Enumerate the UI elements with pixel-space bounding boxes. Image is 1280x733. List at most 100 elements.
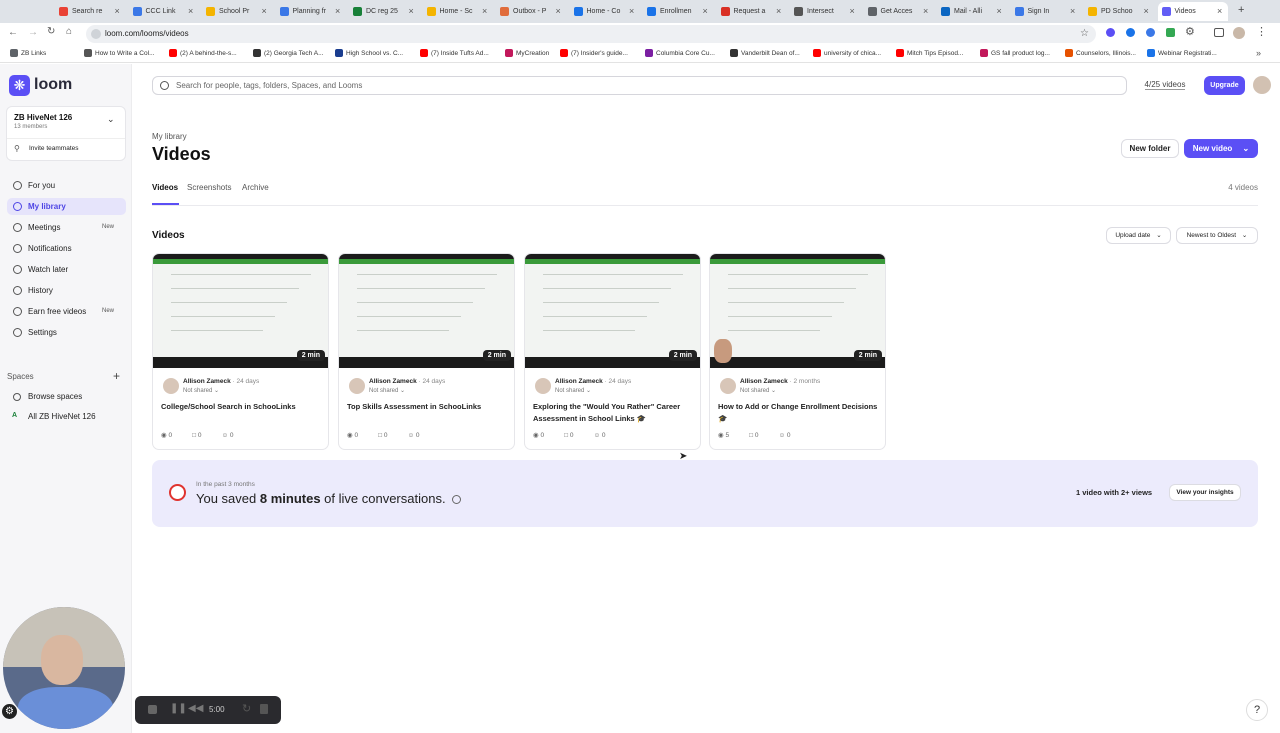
bookmark-item[interactable]: MyCreation: [505, 48, 549, 60]
sidebar-item-history[interactable]: History: [7, 282, 126, 299]
video-quota[interactable]: 4/25 videos: [1135, 76, 1195, 95]
breadcrumb[interactable]: My library: [152, 132, 187, 141]
bookmark-item[interactable]: How to Write a Col...: [84, 48, 154, 60]
browser-tab[interactable]: Videos ×: [1157, 2, 1228, 21]
bookmark-item[interactable]: Vanderbilt Dean of...: [730, 48, 800, 60]
video-thumbnail[interactable]: 2 min: [525, 254, 700, 368]
help-button[interactable]: ?: [1246, 699, 1268, 721]
url-field[interactable]: loom.com/looms/videos ☆: [86, 25, 1096, 43]
user-avatar[interactable]: [1253, 76, 1271, 94]
close-tab-icon[interactable]: ×: [923, 2, 928, 21]
browser-tab[interactable]: PD Schoo ×: [1084, 2, 1155, 21]
bookmark-item[interactable]: university of chica...: [813, 48, 881, 60]
share-status-dropdown[interactable]: Not shared ⌄: [369, 387, 405, 394]
browser-tab[interactable]: Request a ×: [717, 2, 788, 21]
extension-icon[interactable]: [1146, 28, 1155, 37]
recorder-settings-icon[interactable]: ⚙: [2, 704, 17, 719]
workspace-switcher[interactable]: ZB HiveNet 126 13 members ⌄ ⚲ Invite tea…: [6, 106, 126, 161]
all-bookmarks-icon[interactable]: »: [1256, 48, 1261, 58]
restart-icon[interactable]: ↻: [242, 702, 251, 715]
share-status-dropdown[interactable]: Not shared ⌄: [555, 387, 591, 394]
loom-logo[interactable]: ❋ loom: [9, 74, 79, 96]
browser-tab[interactable]: Sign In ×: [1011, 2, 1082, 21]
video-thumbnail[interactable]: 2 min: [710, 254, 885, 368]
site-info-icon[interactable]: [91, 29, 101, 39]
extensions-puzzle-icon[interactable]: ⚙: [1185, 25, 1195, 38]
tab-screenshots[interactable]: Screenshots: [187, 183, 231, 192]
pause-icon[interactable]: ❚❚: [170, 703, 187, 714]
extension-icon[interactable]: [1166, 28, 1175, 37]
video-card[interactable]: 2 min Allison Zameck · 2 months Not shared…: [709, 253, 886, 450]
sidebar-toggle-icon[interactable]: [1214, 28, 1224, 37]
bookmark-item[interactable]: ZB Links: [10, 48, 46, 60]
sidebar-item-earn-free-videos[interactable]: Earn free videos New: [7, 303, 126, 320]
close-tab-icon[interactable]: ×: [482, 2, 487, 21]
browser-tab[interactable]: CCC Link ×: [129, 2, 200, 21]
close-tab-icon[interactable]: ×: [188, 2, 193, 21]
sidebar-item-for-you[interactable]: For you: [7, 177, 126, 194]
home-icon[interactable]: ⌂: [66, 26, 72, 37]
bookmark-item[interactable]: GS fall product log...: [980, 48, 1050, 60]
video-card[interactable]: 2 min Allison Zameck · 24 days Not shared …: [524, 253, 701, 450]
bookmark-item[interactable]: (2) Georgia Tech A...: [253, 48, 324, 60]
new-tab-icon[interactable]: +: [1238, 4, 1244, 16]
tab-archive[interactable]: Archive: [242, 183, 269, 192]
bookmark-item[interactable]: Columbia Core Cu...: [645, 48, 715, 60]
browser-tab[interactable]: Outbox - P ×: [496, 2, 567, 21]
bookmark-item[interactable]: (7) Insider's guide...: [560, 48, 628, 60]
bookmark-item[interactable]: (2) A behind-the-s...: [169, 48, 237, 60]
browser-tab[interactable]: Home - Co ×: [570, 2, 641, 21]
upgrade-button[interactable]: Upgrade: [1204, 76, 1245, 95]
close-tab-icon[interactable]: ×: [997, 2, 1002, 21]
video-card[interactable]: 2 min Allison Zameck · 24 days Not shared …: [152, 253, 329, 450]
browser-tab[interactable]: Intersect ×: [790, 2, 861, 21]
video-title[interactable]: Exploring the "Would You Rather" Career …: [533, 401, 695, 424]
reload-icon[interactable]: ↻: [47, 26, 55, 37]
sidebar-item-notifications[interactable]: Notifications: [7, 240, 126, 257]
space-item-all[interactable]: A All ZB HiveNet 126: [7, 411, 126, 425]
close-tab-icon[interactable]: ×: [409, 2, 414, 21]
new-folder-button[interactable]: New folder: [1121, 139, 1179, 158]
video-thumbnail[interactable]: 2 min: [339, 254, 514, 368]
video-title[interactable]: College/School Search in SchooLinks: [161, 401, 323, 413]
close-tab-icon[interactable]: ×: [703, 2, 708, 21]
sidebar-item-meetings[interactable]: Meetings New: [7, 219, 126, 236]
browser-tab[interactable]: Get Acces ×: [864, 2, 935, 21]
browser-tab[interactable]: DC reg 25 ×: [349, 2, 420, 21]
sidebar-item-watch-later[interactable]: Watch later: [7, 261, 126, 278]
bookmark-item[interactable]: (7) Inside Tufts Ad...: [420, 48, 489, 60]
browser-menu-icon[interactable]: ⋮: [1256, 25, 1267, 38]
profile-avatar[interactable]: [1233, 27, 1245, 39]
search-input[interactable]: Search for people, tags, folders, Spaces…: [152, 76, 1127, 95]
bookmark-item[interactable]: Webinar Registrati...: [1147, 48, 1217, 60]
video-thumbnail[interactable]: 2 min: [153, 254, 328, 368]
browser-tab[interactable]: Mail - Alli ×: [937, 2, 1008, 21]
view-insights-button[interactable]: View your insights: [1169, 484, 1241, 501]
new-video-button[interactable]: New video ⌄: [1184, 139, 1258, 158]
video-card[interactable]: 2 min Allison Zameck · 24 days Not shared …: [338, 253, 515, 450]
info-icon[interactable]: [452, 495, 462, 505]
webcam-bubble[interactable]: [3, 607, 125, 729]
sort-order-dropdown[interactable]: Newest to Oldest ⌄: [1176, 227, 1258, 244]
bookmark-item[interactable]: High School vs. C...: [335, 48, 403, 60]
bookmark-star-icon[interactable]: ☆: [1080, 25, 1089, 43]
browse-spaces-item[interactable]: Browse spaces: [7, 391, 126, 405]
browser-tab[interactable]: Search re ×: [55, 2, 126, 21]
forward-icon[interactable]: →: [28, 27, 38, 38]
close-tab-icon[interactable]: ×: [1217, 2, 1222, 21]
tab-videos[interactable]: Videos: [152, 183, 178, 192]
delete-icon[interactable]: [260, 704, 268, 714]
sidebar-item-settings[interactable]: Settings: [7, 324, 126, 341]
invite-teammates-link[interactable]: Invite teammates: [29, 145, 79, 152]
stop-icon[interactable]: [148, 705, 157, 714]
close-tab-icon[interactable]: ×: [262, 2, 267, 21]
close-tab-icon[interactable]: ×: [629, 2, 634, 21]
browser-tab[interactable]: Enrollmen ×: [643, 2, 714, 21]
browser-tab[interactable]: School Pr ×: [202, 2, 273, 21]
browser-tab[interactable]: Planning fr ×: [276, 2, 347, 21]
add-space-icon[interactable]: +: [113, 369, 120, 383]
close-tab-icon[interactable]: ×: [776, 2, 781, 21]
extension-icon[interactable]: [1106, 28, 1115, 37]
sidebar-item-my-library[interactable]: My library: [7, 198, 126, 215]
close-tab-icon[interactable]: ×: [556, 2, 561, 21]
